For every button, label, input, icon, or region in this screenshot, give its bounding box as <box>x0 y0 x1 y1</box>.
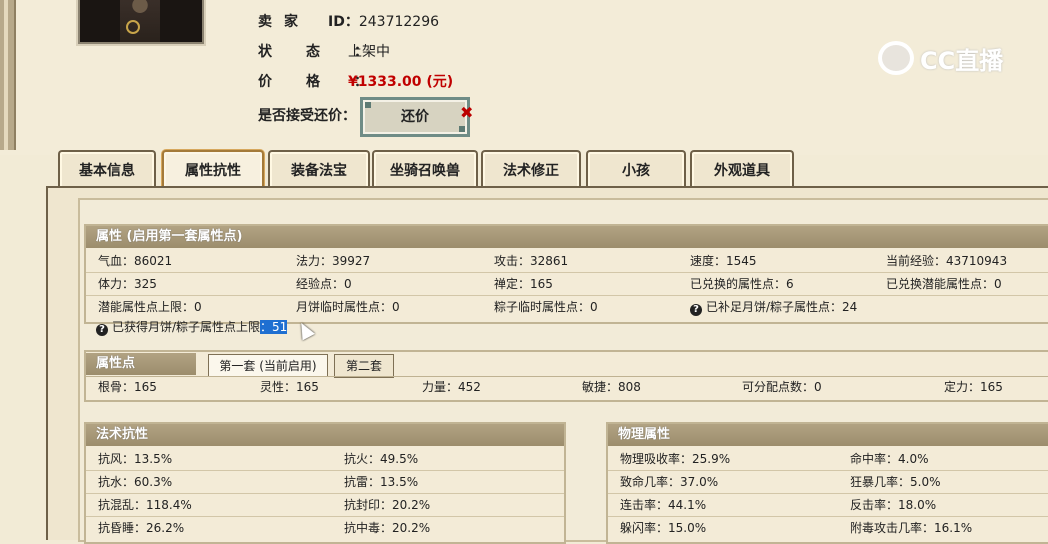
resist-thunder: 抗雷：13.5% <box>344 475 419 489</box>
attr-supplemented-text: 已补足月饼/粽子属性点：24 <box>706 300 858 314</box>
point-agility: 敏捷：808 <box>582 380 641 394</box>
tab-children[interactable]: 小孩 <box>586 150 686 190</box>
point-endurance: 定力：165 <box>944 380 1003 394</box>
cc-live-logo: CC直播 <box>878 38 1003 78</box>
character-figure <box>120 0 160 42</box>
phys-absorb: 物理吸收率：25.9% <box>620 452 731 466</box>
tab-spell-modifiers[interactable]: 法术修正 <box>481 150 581 190</box>
status-value: 上架中 <box>348 44 390 60</box>
attributes-panel: 属性 (启用第一套属性点) 气血：86021 法力：39927 攻击：32861… <box>84 224 1048 324</box>
phys-poison-attack: 附毒攻击几率：16.1% <box>850 521 973 535</box>
point-strength: 力量：452 <box>422 380 481 394</box>
listing-info-area: 卖家 ID：243712296 状态：上架中 价格：¥1333.00 (元) 是否… <box>0 0 1048 155</box>
resist-sleep: 抗昏睡：26.2% <box>98 521 185 535</box>
price-label: 价格： <box>258 74 402 90</box>
points-row <box>86 376 1048 399</box>
phys-frenzy: 狂暴几率：5.0% <box>850 475 941 489</box>
resist-poison: 抗中毒：20.2% <box>344 521 431 535</box>
attr-obtained-label: 已获得月饼/粽子属性点上限 <box>112 320 261 334</box>
character-ornament-icon <box>126 20 140 34</box>
attr-meditation: 禅定：165 <box>494 277 553 291</box>
price-row: 价格：¥1333.00 (元) <box>258 72 453 92</box>
phys-dodge: 躲闪率：15.0% <box>620 521 707 535</box>
attr-mooncake-temp: 月饼临时属性点：0 <box>296 300 400 314</box>
content-panel: 属性 (启用第一套属性点) 气血：86021 法力：39927 攻击：32861… <box>78 198 1048 544</box>
attributes-header: 属性 (启用第一套属性点) <box>86 226 1048 248</box>
resist-water: 抗水：60.3% <box>98 475 173 489</box>
help-icon[interactable]: ? <box>96 324 108 336</box>
attr-speed: 速度：1545 <box>690 254 757 268</box>
points-set-1-tab[interactable]: 第一套 (当前启用) <box>208 354 328 377</box>
attr-mp: 法力：39927 <box>296 254 371 268</box>
resist-chaos: 抗混乱：118.4% <box>98 498 192 512</box>
resist-fire: 抗火：49.5% <box>344 452 419 466</box>
point-constitution: 根骨：165 <box>98 380 157 394</box>
points-header: 属性点 <box>86 353 196 375</box>
physical-attributes-panel: 物理属性 物理吸收率：25.9% 命中率：4.0% 致命几率：37.0% 狂暴几… <box>606 422 1048 544</box>
seller-label: 卖家 <box>258 14 310 30</box>
status-label: 状态： <box>258 44 402 60</box>
phys-hit-rate: 命中率：4.0% <box>850 452 929 466</box>
resist-seal: 抗封印：20.2% <box>344 498 431 512</box>
points-set-2-tab[interactable]: 第二套 <box>334 354 394 378</box>
phys-crit: 致命几率：37.0% <box>620 475 719 489</box>
left-frame-border <box>0 0 16 150</box>
attr-supplemented-points: ? 已补足月饼/粽子属性点：24 <box>690 298 857 316</box>
spell-resistance-panel: 法术抗性 抗风：13.5% 抗火：49.5% 抗水：60.3% 抗雷：13.5%… <box>84 422 566 544</box>
attr-attack: 攻击：32861 <box>494 254 569 268</box>
counter-offer-label: 是否接受还价： <box>258 108 356 124</box>
help-icon[interactable]: ? <box>690 304 702 316</box>
cc-logo-icon <box>878 41 914 75</box>
attr-obtained-value: ：51 <box>260 320 288 334</box>
price-value: ¥1333.00 (元) <box>348 74 454 90</box>
attr-obtained-cap: ? 已获得月饼/粽子属性点上限：51 <box>96 318 288 336</box>
tab-content-area: 属性 (启用第一套属性点) 气血：86021 法力：39927 攻击：32861… <box>46 188 1048 544</box>
tab-attributes-resistance[interactable]: 属性抗性 <box>162 150 264 190</box>
attr-potential-cap: 潜能属性点上限：0 <box>98 300 202 314</box>
point-spirit: 灵性：165 <box>260 380 319 394</box>
tab-basic-info[interactable]: 基本信息 <box>58 150 156 190</box>
close-icon[interactable]: ✖ <box>460 103 473 122</box>
attr-exchanged-points: 已兑换的属性点：6 <box>690 277 794 291</box>
physical-attributes-header: 物理属性 <box>608 424 1048 446</box>
seller-id-row: 卖家 ID：243712296 <box>258 12 439 32</box>
character-avatar <box>78 0 204 44</box>
tab-mounts-pets[interactable]: 坐骑召唤兽 <box>372 150 478 190</box>
attr-hp: 气血：86021 <box>98 254 173 268</box>
point-unallocated: 可分配点数：0 <box>742 380 822 394</box>
phys-counter: 反击率：18.0% <box>850 498 937 512</box>
attr-stamina: 体力：325 <box>98 277 157 291</box>
tab-equipment[interactable]: 装备法宝 <box>268 150 370 190</box>
tab-appearance-items[interactable]: 外观道具 <box>690 150 794 190</box>
points-panel: 属性点 第一套 (当前启用) 第二套 根骨：165 灵性：165 力量：452 … <box>84 350 1048 402</box>
seller-id-value: 243712296 <box>358 14 440 30</box>
logo-text: CC直播 <box>920 46 1004 75</box>
attr-zongzi-temp: 粽子临时属性点：0 <box>494 300 598 314</box>
resist-wind: 抗风：13.5% <box>98 452 173 466</box>
id-prefix: ID： <box>328 14 359 30</box>
counter-offer-button[interactable]: 还价 <box>360 97 470 137</box>
attr-exchanged-potential: 已兑换潜能属性点：0 <box>886 277 1002 291</box>
spell-resistance-header: 法术抗性 <box>86 424 564 446</box>
phys-combo: 连击率：44.1% <box>620 498 707 512</box>
attr-exp-points: 经验点：0 <box>296 277 352 291</box>
status-row: 状态：上架中 <box>258 42 390 62</box>
attr-current-exp: 当前经验：43710943 <box>886 254 1008 268</box>
